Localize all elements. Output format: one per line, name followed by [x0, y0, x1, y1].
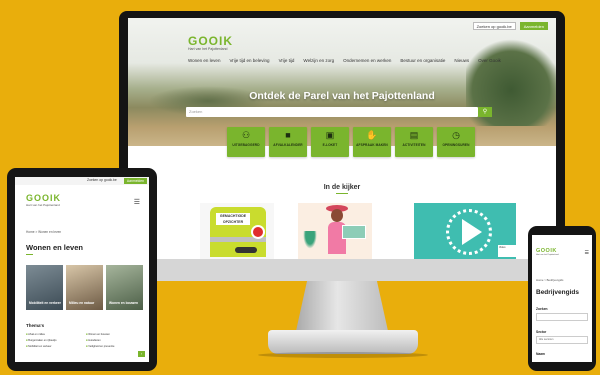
tape-roll — [235, 247, 257, 253]
logo-tagline: Hart van het Pajottenland — [536, 254, 559, 256]
phone-device: GOOIK Hart van het Pajottenland ☰ Home >… — [528, 226, 596, 371]
theme-link[interactable]: Burgerzaken en rijbewijs — [26, 339, 86, 342]
desktop-logo[interactable]: GOOIK Hart van het Pajottenland — [188, 34, 233, 51]
nav-item[interactable]: Welzijn en zorg — [303, 58, 334, 63]
nav-item[interactable]: Wonen en leven — [188, 58, 220, 63]
topic-tile[interactable]: Wonen en bouwen — [106, 265, 143, 310]
category-tiles: ⚇ UITGEBAGGERD ■ AFVALKALENDER ▣ E-LOKET… — [227, 127, 475, 157]
featured-card-vest[interactable]: GEMACHTIGDE OPZICHTER — [200, 203, 274, 261]
search-label: Zoeken — [536, 307, 548, 311]
topic-tile[interactable]: Mobiliteit en verkeer — [26, 265, 63, 310]
desktop-main-nav: Wonen en leven Vrije tijd en beleving Vr… — [188, 58, 501, 63]
nav-item[interactable]: Ondernemen en werken — [343, 58, 391, 63]
monitor-stand-neck — [296, 281, 388, 331]
phone-screen: GOOIK Hart van het Pajottenland ☰ Home >… — [532, 235, 592, 362]
category-tile[interactable]: ⚇ UITGEBAGGERD — [227, 127, 265, 157]
category-tile[interactable]: ◷ OPENINGSUREN — [437, 127, 475, 157]
monitor-stand-base — [268, 330, 418, 354]
tile-label: Mobiliteit en verkeer — [29, 301, 61, 305]
category-label: E-LOKET — [322, 143, 338, 147]
tablet-topbar: Zoeken op gooik.be Aanmelden — [15, 177, 149, 185]
arrow-right-icon[interactable]: › — [138, 351, 145, 357]
stop-sign-icon — [251, 225, 265, 239]
search-icon: ⚲ — [482, 109, 488, 115]
nav-item[interactable]: Over Gooik — [478, 58, 501, 63]
tablet-tiles: Mobiliteit en verkeer Milieu en natuur W… — [26, 265, 143, 310]
category-label: UITGEBAGGERD — [232, 143, 260, 147]
desktop-monitor: Zoeken op gooik.be Aanmelden GOOIK Hart … — [119, 11, 565, 281]
themes-heading: Thema's — [26, 323, 45, 328]
tablet-search-link[interactable]: Zoeken op gooik.be — [87, 178, 117, 182]
phone-logo[interactable]: GOOIK Hart van het Pajottenland — [536, 248, 559, 256]
search-button[interactable]: ⚲ — [478, 107, 492, 117]
sign-board — [342, 225, 366, 239]
video-chip: Video — [498, 245, 516, 257]
nav-item[interactable]: Bestuur en organisatie — [400, 58, 445, 63]
calendar-icon: ▤ — [409, 130, 419, 140]
monitor-chin — [119, 259, 565, 281]
search-placeholder: Zoeken — [189, 109, 203, 114]
logo-tagline: Hart van het Pajottenland — [188, 47, 228, 51]
tablet-logo[interactable]: GOOIK Hart van het Pajottenland — [26, 193, 61, 207]
tablet-device: Zoeken op gooik.be Aanmelden GOOIK Hart … — [7, 168, 157, 371]
category-label: ACTIVITEITEN — [402, 143, 426, 147]
clock-icon: ◷ — [452, 130, 460, 140]
category-tile[interactable]: ▣ E-LOKET — [311, 127, 349, 157]
category-tile[interactable]: ✋ AFSPRAAK MAKEN — [353, 127, 391, 157]
hero-search-input[interactable]: Zoeken — [186, 107, 478, 117]
theme-link[interactable]: Mobiliteit en verkeer — [26, 345, 86, 348]
featured-section-title: In de kijker — [323, 184, 361, 191]
topic-tile[interactable]: Milieu en natuur — [66, 265, 103, 310]
theme-link[interactable]: Afval en milieu — [26, 333, 86, 336]
play-icon[interactable] — [462, 219, 482, 245]
nav-item[interactable]: Nieuws — [454, 58, 469, 63]
nav-item[interactable]: Vrije tijd en beleving — [229, 58, 269, 63]
search-input[interactable] — [536, 313, 588, 321]
breadcrumb[interactable]: Home > Bedrijvengids — [536, 278, 563, 282]
logo-wordmark: GOOIK — [26, 193, 62, 203]
category-label: AFSPRAAK MAKEN — [356, 143, 388, 147]
stand-shadow — [258, 352, 428, 358]
person-face — [331, 209, 343, 222]
hand-icon: ✋ — [366, 130, 378, 140]
name-label: Naam — [536, 352, 545, 356]
featured-card-video[interactable]: Video — [414, 203, 516, 261]
bag-icon: ■ — [285, 130, 291, 140]
tablet-login-button[interactable]: Aanmelden — [123, 178, 147, 184]
hamburger-menu-icon[interactable]: ☰ — [134, 198, 140, 206]
logo-wordmark: GOOIK — [188, 34, 234, 48]
theme-link[interactable]: Veiligheid en preventie — [86, 345, 146, 348]
themes-list: Afval en milieu Wonen en bouwen Burgerza… — [26, 333, 146, 348]
tile-label: Wonen en bouwen — [109, 301, 139, 305]
hamburger-menu-icon[interactable]: ☰ — [585, 250, 589, 256]
vest-label: GEMACHTIGDE OPZICHTER — [216, 213, 250, 225]
category-tile[interactable]: ■ AFVALKALENDER — [269, 127, 307, 157]
tablet-screen: Zoeken op gooik.be Aanmelden GOOIK Hart … — [15, 177, 149, 362]
page-title: Wonen en leven — [26, 243, 83, 252]
page-title: Bedrijvengids — [536, 289, 579, 296]
nav-item[interactable]: Vrije tijd — [279, 58, 295, 63]
sector-label: Sector — [536, 330, 547, 334]
desktop-topbar: Zoeken op gooik.be Aanmelden — [472, 22, 548, 30]
breadcrumb[interactable]: Home > Wonen en leven — [26, 230, 61, 234]
briefcase-icon: ▣ — [325, 130, 335, 140]
title-underline — [336, 193, 348, 194]
category-tile[interactable]: ▤ ACTIVITEITEN — [395, 127, 433, 157]
sector-select[interactable]: Alle sectoren — [536, 336, 588, 344]
category-label: OPENINGSUREN — [442, 143, 470, 147]
theme-link[interactable]: Wonen en bouwen — [86, 333, 146, 336]
theme-link[interactable]: Huisdieren — [86, 339, 146, 342]
tile-label: Milieu en natuur — [69, 301, 95, 305]
desktop-search-link[interactable]: Zoeken op gooik.be — [472, 22, 516, 30]
hero-title: Ontdek de Parel van het Pajottenland — [249, 90, 435, 102]
palm-tree-image — [302, 231, 318, 251]
desktop-login-button[interactable]: Aanmelden — [519, 22, 548, 30]
person-icon: ⚇ — [241, 130, 251, 140]
category-label: AFVALKALENDER — [273, 143, 303, 147]
desktop-screen: Zoeken op gooik.be Aanmelden GOOIK Hart … — [128, 18, 556, 268]
featured-card-illustration[interactable] — [298, 203, 372, 261]
title-underline — [26, 254, 33, 255]
logo-tagline: Hart van het Pajottenland — [26, 203, 60, 207]
